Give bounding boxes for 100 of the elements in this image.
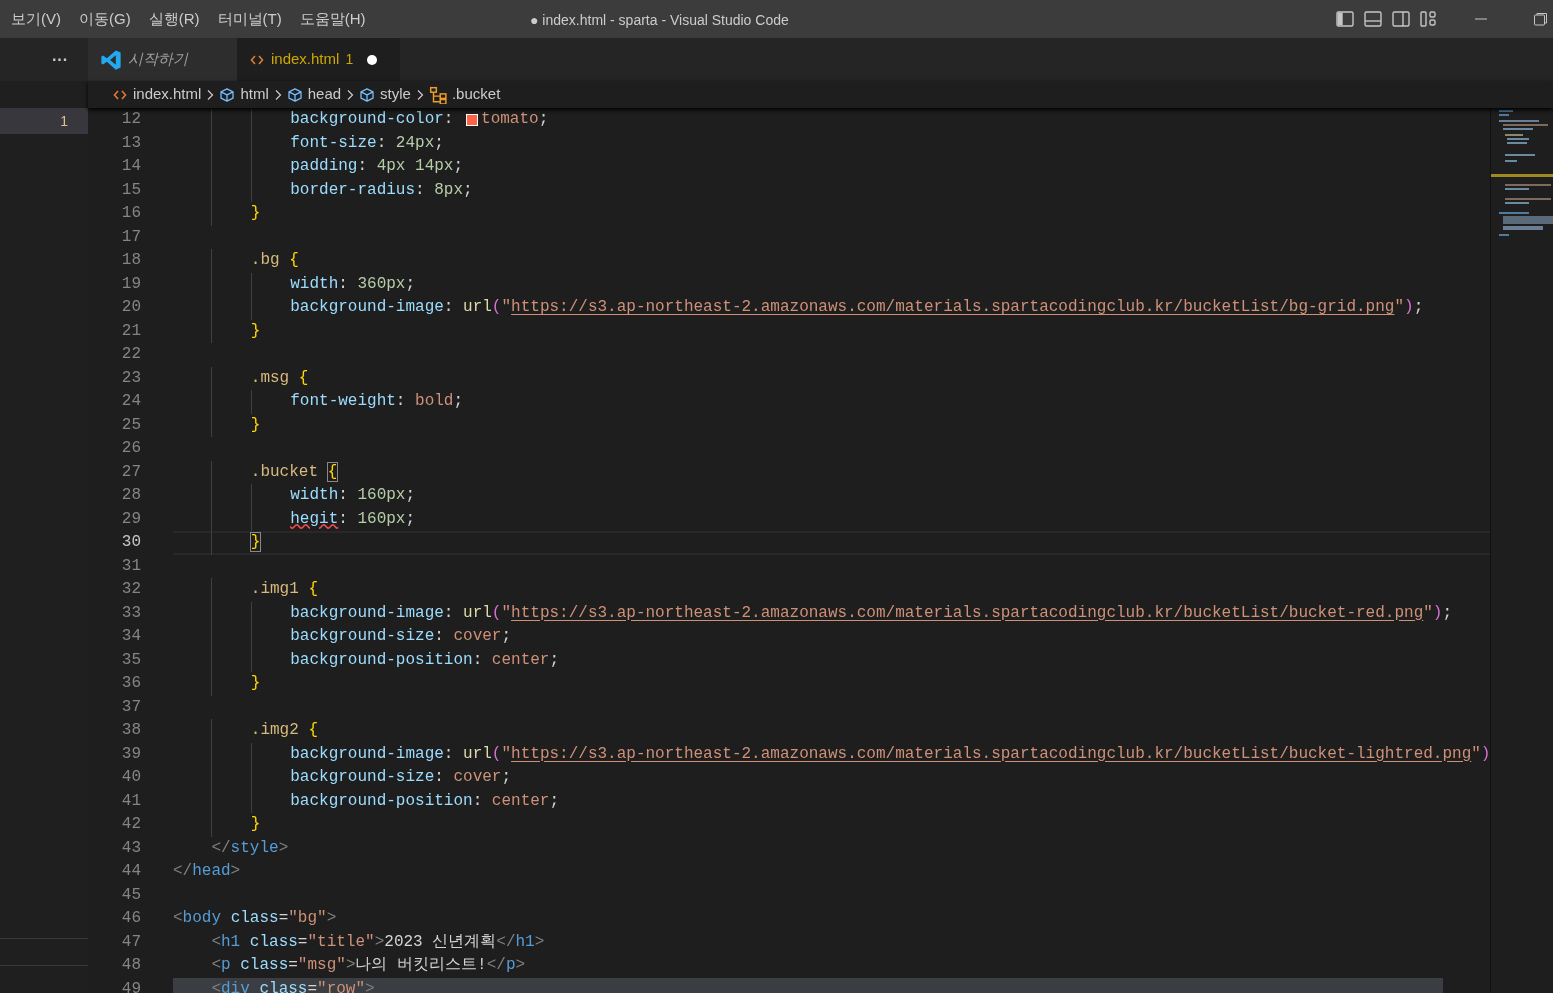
breadcrumb-item[interactable]: style [359,83,411,106]
code-text: hegit: 160px; [173,507,416,531]
line-number: 27 [120,461,141,483]
code-text: background-position: center; [173,789,560,813]
code-text: } [173,672,261,696]
cube-icon [359,86,376,103]
editor-tab[interactable]: index.html 1 [237,38,400,81]
line-number: 40 [120,767,141,788]
line-number: 16 [120,203,141,224]
line-number: 17 [120,226,141,248]
split-layout-icon[interactable] [1391,9,1411,29]
code-text: .msg { [173,366,309,390]
code-text: background-position: center; [173,648,560,672]
more-actions-icon[interactable]: ··· [52,47,68,72]
line-number: 35 [120,649,141,671]
line-number: 21 [120,320,141,342]
line-number: 37 [120,696,141,718]
chevron-right-icon [206,88,215,101]
line-number: 45 [120,884,141,906]
code-text: <body class="bg"> [173,908,337,929]
code-text: padding: 4px 14px; [173,155,464,179]
code-text: width: 160px; [173,484,416,508]
line-number: 23 [120,367,141,389]
line-number: 20 [120,297,141,318]
chevron-right-icon [346,88,355,101]
window-title: ● index.html - sparta - Visual Studio Code [530,11,789,30]
hierarchy-icon [428,85,447,104]
restore-icon[interactable] [1533,11,1549,27]
line-number: 14 [120,156,141,177]
line-number: 34 [120,626,141,647]
customize-layout-icon[interactable] [1419,9,1439,29]
color-swatch-icon[interactable] [466,113,479,126]
line-number: 15 [120,179,141,201]
breadcrumb-item[interactable]: index.html [112,83,202,106]
line-number: 43 [120,837,141,859]
line-number: 30 [120,532,141,553]
code-text: font-weight: bold; [173,390,464,414]
line-number: 47 [120,931,141,953]
toggle-sidebar-icon[interactable] [1335,9,1355,29]
menu-item[interactable]: 도움말(H) [290,7,375,31]
code-text: .img2 { [173,719,319,743]
line-number: 28 [120,485,141,506]
code-text: } [173,813,261,837]
code-text: tomato; [481,109,549,130]
code-text: } [173,413,261,437]
line-number: 44 [120,861,141,882]
code-text: <h1 class="title">2023 신년계획</h1> [210,931,545,953]
line-number: 36 [120,673,141,694]
code-text: background-size: cover; [173,625,512,649]
toggle-panel-icon[interactable] [1363,9,1383,29]
code-text: } [173,202,261,226]
code-text: } [173,531,261,555]
line-number: 22 [120,344,141,365]
breadcrumb-item[interactable]: .bucket [428,83,501,106]
line-number: 18 [120,250,141,271]
line-number: 39 [120,743,141,765]
line-number: 24 [120,391,141,412]
code-text: </style> [210,837,289,859]
editor-tab[interactable]: 시작하기 [88,38,237,81]
line-number: 13 [120,132,141,154]
code-text: </head> [173,861,241,882]
line-number: 12 [120,109,141,130]
menu-item[interactable]: 보기(V) [2,7,70,31]
code-text: font-size: 24px; [173,131,444,155]
line-number: 49 [120,978,141,993]
code-text: background-image: url("https://s3.ap-northeast-2.amazonaws.com/materials.spartacodingclub.kr/bucketList/bucket-lightred.png") [173,742,1490,766]
code-text: background-image: url("https://s3.ap-northeast-2.amazonaws.com/materials.spartacodingclub.kr/bucketList/bucket-red.png"); [173,601,1453,625]
line-number: 38 [120,720,141,741]
line-number: 29 [120,508,141,530]
breadcrumb-item[interactable]: head [286,83,342,106]
cube-icon [286,86,303,103]
line-number: 41 [120,790,141,812]
app-logo-icon [100,48,122,71]
line-number: 33 [120,602,141,624]
code-text: background-size: cover; [173,766,512,790]
code-text: <div class="row"> [210,978,375,993]
code-text: border-radius: 8px; [173,178,473,202]
chevron-right-icon [415,88,424,101]
menu-item[interactable]: 실행(R) [139,7,209,31]
line-number: 48 [120,955,141,976]
code-text: <p class="msg">나의 버킷리스트!</p> [210,955,526,976]
cube-icon [219,86,236,103]
line-number: 46 [120,908,141,929]
line-number: 26 [120,438,141,459]
line-number: 25 [120,414,141,436]
line-number: 31 [120,555,141,577]
code-text: .bg { [173,249,299,273]
code-text: background-color: [173,108,464,132]
chevron-right-icon [273,88,282,101]
line-number: 19 [120,273,141,295]
code-text: width: 360px; [173,272,416,296]
menu-item[interactable]: 이동(G) [70,7,140,31]
code-text: } [173,319,261,343]
sidebar-item[interactable]: 1 [0,108,88,134]
breadcrumb-item[interactable]: html [219,83,269,106]
code-text: .bucket { [173,460,338,484]
line-number: 32 [120,579,141,600]
menu-item[interactable]: 터미널(T) [208,7,291,31]
line-number: 42 [120,814,141,835]
code-text: background-image: url("https://s3.ap-northeast-2.amazonaws.com/materials.spartacodingclub.kr/bucketList/bg-grid.png"); [173,296,1424,320]
